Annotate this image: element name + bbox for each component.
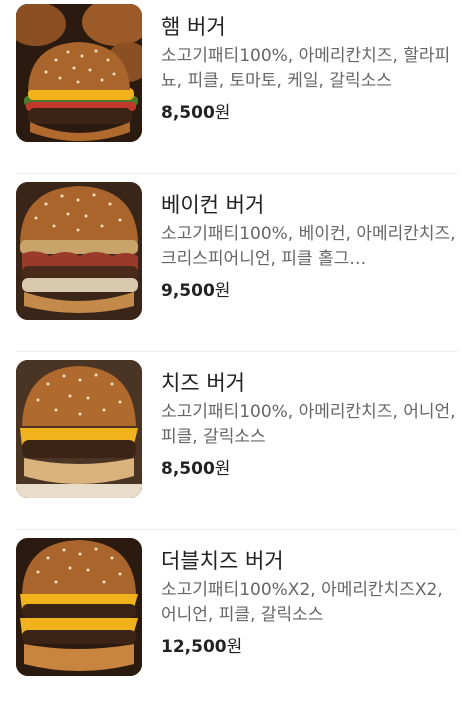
price-amount: 8,500 [161, 459, 215, 479]
price-currency: 원 [214, 281, 231, 301]
price-amount: 12,500 [161, 637, 227, 657]
menu-item-description: 소고기패티100%, 베이컨, 아메리칸치즈, 크리스피어니언, 피클 홀그… [161, 224, 456, 269]
menu-item-bacon-burger[interactable]: 베이컨 버거 소고기패티100%, 베이컨, 아메리칸치즈, 크리스피어니언, … [16, 174, 458, 352]
menu-item-description: 소고기패티100%, 아메리칸치즈, 할라피뇨, 피클, 토마토, 케일, 갈릭… [161, 46, 451, 91]
menu-item-cheeseburger[interactable]: 치즈 버거 소고기패티100%, 아메리칸치즈, 어니언, 피클, 갈릭소스 8… [16, 352, 458, 530]
hamburger-photo [16, 4, 142, 142]
price-currency: 원 [226, 637, 243, 657]
menu-item-info: 더블치즈 버거 소고기패티100%X2, 아메리칸치즈X2, 어니언, 피클, … [161, 540, 458, 660]
menu-item-name: 베이컨 버거 [161, 193, 265, 217]
price-currency: 원 [214, 459, 231, 479]
menu-item-hamburger[interactable]: 햄 버거 소고기패티100%, 아메리칸치즈, 할라피뇨, 피클, 토마토, 케… [16, 0, 458, 174]
double-cheeseburger-photo [16, 538, 142, 676]
menu-item-price: 9,500원 [161, 278, 458, 304]
menu-item-info: 베이컨 버거 소고기패티100%, 베이컨, 아메리칸치즈, 크리스피어니언, … [161, 184, 458, 304]
menu-list: 햄 버거 소고기패티100%, 아메리칸치즈, 할라피뇨, 피클, 토마토, 케… [0, 0, 472, 708]
menu-item-info: 햄 버거 소고기패티100%, 아메리칸치즈, 할라피뇨, 피클, 토마토, 케… [161, 6, 458, 126]
menu-item-double-cheeseburger[interactable]: 더블치즈 버거 소고기패티100%X2, 아메리칸치즈X2, 어니언, 피클, … [16, 530, 458, 708]
menu-item-price: 8,500원 [161, 456, 458, 482]
price-amount: 8,500 [161, 103, 215, 123]
bacon-burger-photo [16, 182, 142, 320]
menu-item-price: 12,500원 [161, 634, 458, 660]
menu-item-name: 치즈 버거 [161, 371, 245, 395]
cheeseburger-photo [16, 360, 142, 498]
menu-item-info: 치즈 버거 소고기패티100%, 아메리칸치즈, 어니언, 피클, 갈릭소스 8… [161, 362, 458, 482]
price-currency: 원 [214, 103, 231, 123]
menu-item-price: 8,500원 [161, 100, 458, 126]
price-amount: 9,500 [161, 281, 215, 301]
menu-item-description: 소고기패티100%, 아메리칸치즈, 어니언, 피클, 갈릭소스 [161, 402, 456, 447]
menu-item-name: 더블치즈 버거 [161, 549, 284, 573]
menu-item-description: 소고기패티100%X2, 아메리칸치즈X2, 어니언, 피클, 갈릭소스 [161, 580, 443, 625]
menu-item-name: 햄 버거 [161, 15, 226, 39]
